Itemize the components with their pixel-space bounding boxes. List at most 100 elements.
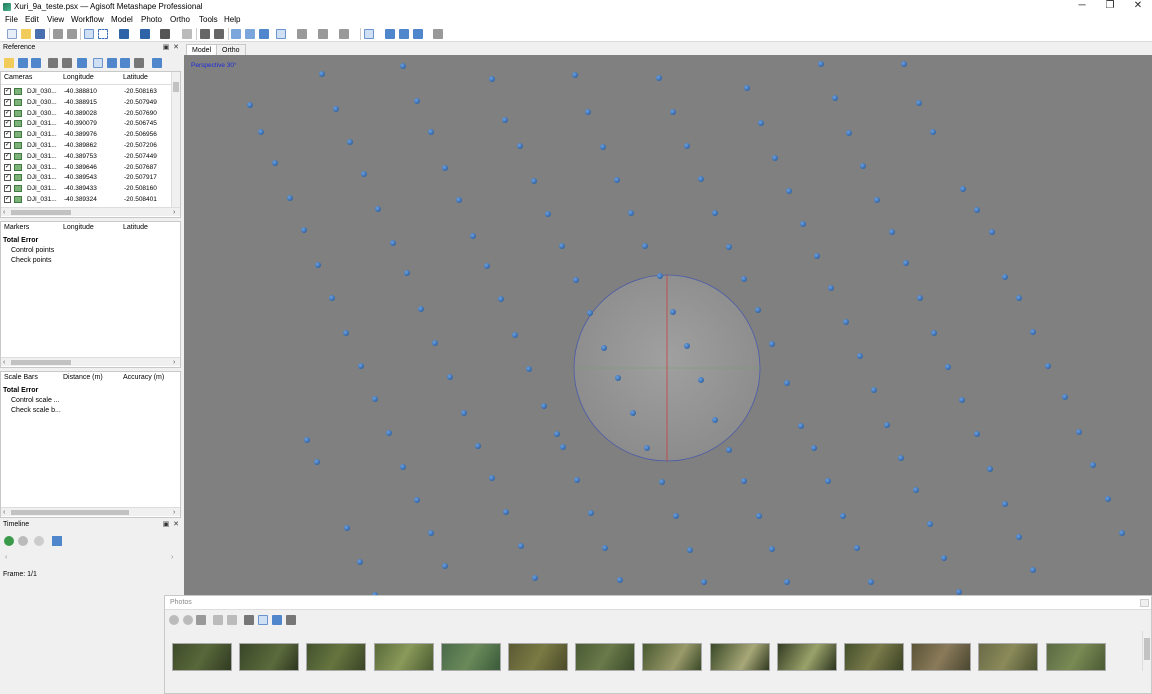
show-region-icon[interactable] — [413, 29, 423, 39]
camera-marker[interactable] — [684, 343, 690, 349]
camera-marker[interactable] — [554, 431, 560, 437]
camera-marker[interactable] — [800, 221, 806, 227]
camera-marker[interactable] — [1105, 496, 1111, 502]
camera-marker[interactable] — [784, 380, 790, 386]
camera-marker[interactable] — [1090, 462, 1096, 468]
camera-marker[interactable] — [418, 306, 424, 312]
eraser-icon[interactable] — [182, 29, 192, 39]
camera-checkbox[interactable]: ✓ — [4, 120, 11, 128]
camera-marker[interactable] — [684, 143, 690, 149]
latitude-column-header[interactable]: Latitude — [123, 224, 148, 231]
table-row[interactable]: ✓ DJI_031... -40.390079 -20.506745 — [1, 118, 171, 129]
camera-marker[interactable] — [1016, 534, 1022, 540]
camera-marker[interactable] — [1076, 429, 1082, 435]
photos-vscroll[interactable] — [1142, 631, 1151, 671]
camera-marker[interactable] — [1119, 530, 1125, 536]
menu-help[interactable]: Help — [224, 15, 240, 24]
camera-marker[interactable] — [258, 129, 264, 135]
camera-marker[interactable] — [601, 345, 607, 351]
mesh-icon[interactable] — [297, 29, 307, 39]
camera-marker[interactable] — [989, 229, 995, 235]
photo-thumbnail[interactable] — [709, 643, 770, 671]
camera-marker[interactable] — [1045, 363, 1051, 369]
camera-marker[interactable] — [698, 176, 704, 182]
camera-marker[interactable] — [857, 353, 863, 359]
update-icon[interactable] — [77, 58, 87, 68]
camera-marker[interactable] — [614, 177, 620, 183]
scroll-thumb[interactable] — [1144, 638, 1150, 660]
latitude-column-header[interactable]: Latitude — [123, 74, 148, 81]
rectangle-selection-icon[interactable] — [98, 29, 108, 39]
control-scale-item[interactable]: Control scale ... — [11, 397, 60, 404]
accuracy-column-header[interactable]: Accuracy (m) — [123, 374, 164, 381]
photo-thumbnail[interactable] — [978, 643, 1039, 671]
distance-column-header[interactable]: Distance (m) — [63, 374, 103, 381]
view-errors-icon[interactable] — [120, 58, 130, 68]
camera-marker[interactable] — [461, 410, 467, 416]
camera-marker[interactable] — [698, 377, 704, 383]
menu-file[interactable]: File — [5, 15, 18, 24]
scroll-left-icon[interactable]: ‹ — [3, 358, 5, 367]
photo-thumbnail[interactable] — [844, 643, 904, 671]
camera-checkbox[interactable]: ✓ — [4, 196, 11, 203]
close-panel-icon[interactable]: ✕ — [172, 520, 180, 530]
timeline-left-icon[interactable]: ‹ — [5, 554, 7, 561]
camera-marker[interactable] — [818, 61, 824, 67]
table-row[interactable]: ✓ DJI_031... -40.389646 -20.507687 — [1, 162, 171, 173]
camera-marker[interactable] — [518, 543, 524, 549]
camera-marker[interactable] — [414, 98, 420, 104]
markers-column-header[interactable]: Markers — [4, 224, 29, 231]
camera-marker[interactable] — [375, 206, 381, 212]
camera-marker[interactable] — [574, 477, 580, 483]
table-row[interactable]: ✓ DJI_030... -40.388915 -20.507949 — [1, 97, 171, 108]
camera-checkbox[interactable]: ✓ — [4, 131, 11, 139]
camera-marker[interactable] — [903, 260, 909, 266]
control-points-item[interactable]: Control points — [11, 247, 54, 254]
camera-marker[interactable] — [602, 545, 608, 551]
table-row[interactable]: ✓ DJI_031... -40.389976 -20.506956 — [1, 129, 171, 140]
camera-checkbox[interactable]: ✓ — [4, 174, 11, 182]
table-row[interactable]: ✓ DJI_031... -40.389433 -20.508160 — [1, 183, 171, 194]
table-row[interactable]: ✓ DJI_030... -40.389028 -20.507690 — [1, 108, 171, 119]
camera-marker[interactable] — [741, 276, 747, 282]
camera-marker[interactable] — [825, 478, 831, 484]
camera-marker[interactable] — [541, 403, 547, 409]
trackball[interactable] — [572, 273, 762, 463]
camera-marker[interactable] — [769, 341, 775, 347]
ruler-icon[interactable] — [160, 29, 170, 39]
camera-marker[interactable] — [726, 244, 732, 250]
camera-marker[interactable] — [843, 319, 849, 325]
camera-marker[interactable] — [769, 546, 775, 552]
photo-thumbnail[interactable] — [776, 643, 837, 671]
menu-workflow[interactable]: Workflow — [71, 15, 104, 24]
camera-marker[interactable] — [772, 155, 778, 161]
camera-marker[interactable] — [840, 513, 846, 519]
check-points-item[interactable]: Check points — [11, 257, 51, 264]
camera-marker[interactable] — [1030, 329, 1036, 335]
move-tool-icon[interactable] — [140, 29, 150, 39]
camera-marker[interactable] — [659, 479, 665, 485]
camera-marker[interactable] — [442, 563, 448, 569]
camera-marker[interactable] — [828, 285, 834, 291]
reference-settings-icon[interactable] — [134, 58, 144, 68]
camera-marker[interactable] — [247, 102, 253, 108]
scroll-left-icon[interactable]: ‹ — [3, 508, 5, 517]
photo-thumbnail[interactable] — [508, 643, 568, 671]
camera-marker[interactable] — [917, 295, 923, 301]
camera-marker[interactable] — [503, 509, 509, 515]
camera-marker[interactable] — [432, 340, 438, 346]
camera-marker[interactable] — [272, 160, 278, 166]
camera-marker[interactable] — [927, 521, 933, 527]
table-row[interactable]: ✓ DJI_031... -40.389862 -20.507206 — [1, 140, 171, 151]
camera-marker[interactable] — [560, 444, 566, 450]
menu-tools[interactable]: Tools — [199, 15, 218, 24]
photo-thumbnail[interactable] — [642, 643, 703, 671]
camera-checkbox[interactable]: ✓ — [4, 163, 11, 171]
camera-marker[interactable] — [414, 497, 420, 503]
float-panel-icon[interactable]: ▣ — [162, 43, 170, 53]
point-cloud-icon[interactable] — [276, 29, 286, 39]
navigation-icon[interactable] — [84, 29, 94, 39]
camera-marker[interactable] — [315, 262, 321, 268]
camera-marker[interactable] — [1002, 274, 1008, 280]
camera-marker[interactable] — [701, 579, 707, 585]
